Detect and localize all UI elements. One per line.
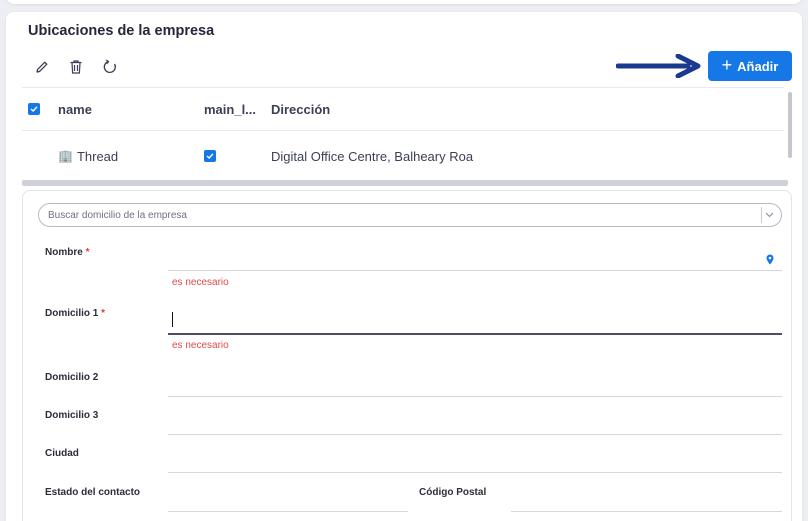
nombre-field[interactable] — [168, 270, 782, 271]
column-header-name[interactable]: name — [58, 88, 92, 130]
edit-pencil-icon[interactable] — [32, 57, 52, 77]
grid-horizontal-scrollbar[interactable] — [22, 180, 788, 186]
ciudad-field[interactable] — [168, 472, 782, 473]
address-search-input[interactable]: Buscar domicilio de la empresa — [38, 203, 782, 227]
ciudad-label: Ciudad — [45, 448, 79, 459]
text-cursor — [172, 312, 173, 327]
refresh-icon[interactable] — [100, 57, 120, 77]
plus-icon: + — [721, 55, 733, 75]
add-button[interactable]: + Añadir — [708, 51, 792, 81]
column-header-address[interactable]: Dirección — [271, 88, 330, 130]
select-all-checkbox[interactable] — [28, 88, 40, 130]
domicilio3-field[interactable] — [168, 434, 782, 435]
chevron-down-icon[interactable] — [761, 207, 777, 223]
column-header-main[interactable]: main_l... — [204, 88, 256, 130]
address-form: Buscar domicilio de la empresa Nombre * … — [22, 190, 792, 521]
delete-trash-icon[interactable] — [66, 57, 86, 77]
row-address: Digital Office Centre, Balheary Roa — [271, 148, 474, 164]
top-panel-edge — [6, 0, 802, 4]
domicilio3-label: Domicilio 3 — [45, 410, 99, 421]
estado-label: Estado del contacto — [45, 487, 141, 498]
row-name: Thread — [76, 148, 119, 164]
nombre-error: es necesario — [172, 277, 229, 288]
location-pin-icon[interactable] — [766, 252, 774, 270]
row-main-checkbox[interactable] — [204, 131, 216, 181]
pointer-arrow-icon — [615, 53, 702, 83]
search-placeholder: Buscar domicilio de la empresa — [48, 209, 187, 221]
grid-vertical-scrollbar[interactable] — [788, 92, 792, 158]
domicilio2-label: Domicilio 2 — [45, 372, 99, 383]
table-row[interactable]: 🏢 Thread Digital Office Centre, Balheary… — [22, 131, 784, 181]
domicilio1-field[interactable] — [168, 333, 782, 335]
domicilio2-field[interactable] — [168, 396, 782, 397]
building-icon: 🏢 — [58, 149, 73, 163]
add-button-label: Añadir — [737, 58, 779, 74]
codigo-postal-field[interactable] — [511, 511, 782, 512]
company-locations-card: Ubicaciones de la empresa + Añadir name … — [6, 12, 802, 521]
estado-field[interactable] — [168, 511, 408, 512]
locations-grid: name main_l... Dirección 🏢 Thread Digita… — [22, 87, 784, 181]
nombre-label: Nombre * — [45, 247, 90, 258]
card-title: Ubicaciones de la empresa — [28, 23, 215, 39]
domicilio1-error: es necesario — [172, 340, 229, 351]
codigo-postal-label: Código Postal — [419, 487, 487, 498]
grid-header: name main_l... Dirección — [22, 87, 784, 131]
domicilio1-label: Domicilio 1 * — [45, 308, 106, 319]
row-name-cell: 🏢 Thread — [58, 131, 118, 181]
